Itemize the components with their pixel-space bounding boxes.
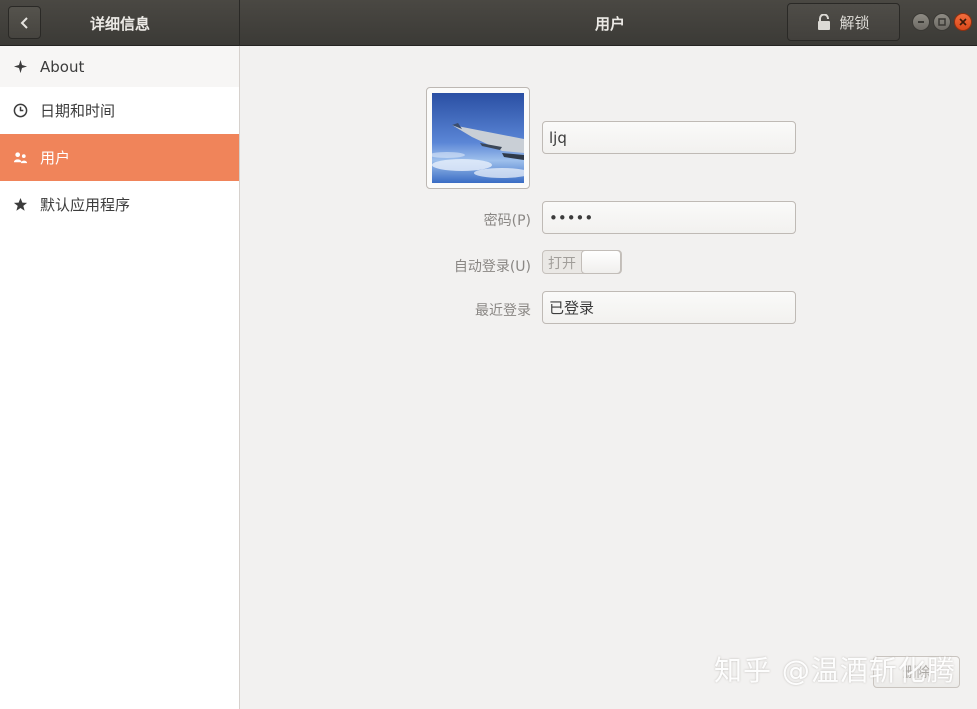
sidebar-item-datetime[interactable]: 日期和时间	[0, 87, 239, 134]
last-login-field[interactable]: 已登录	[542, 291, 796, 324]
users-icon	[12, 150, 28, 166]
avatar	[429, 93, 530, 183]
sidebar-item-default-apps[interactable]: 默认应用程序	[0, 181, 239, 228]
watermark: 知乎 @温酒斩化腾	[714, 654, 956, 687]
autologin-label: 自动登录(U)	[453, 259, 531, 275]
minimize-button[interactable]	[912, 13, 930, 31]
lock-icon	[818, 14, 831, 30]
sidebar-item-users[interactable]: 用户	[0, 134, 239, 181]
sidebar-item-label: 默认应用程序	[40, 196, 131, 214]
switch-state-label: 打开	[548, 256, 576, 272]
unlock-button[interactable]: 解锁	[787, 3, 900, 41]
star-icon	[12, 197, 28, 213]
switch-knob	[581, 250, 621, 274]
maximize-button[interactable]	[933, 13, 951, 31]
header-bar: 详细信息 用户 解锁	[0, 0, 977, 46]
sparkle-icon	[12, 59, 28, 75]
last-login-label: 最近登录	[475, 303, 531, 319]
sidebar-item-label: 日期和时间	[40, 102, 116, 120]
page-title: 用户	[594, 15, 625, 33]
sidebar-header: 详细信息	[0, 0, 240, 46]
close-icon	[959, 18, 967, 26]
sidebar-item-label: About	[40, 57, 85, 76]
close-button[interactable]	[954, 13, 972, 31]
sidebar-title: 详细信息	[89, 15, 150, 33]
sidebar: About 日期和时间 用户 默认应用程序	[0, 46, 240, 709]
sidebar-item-about[interactable]: About	[0, 46, 239, 87]
password-field[interactable]: •••••	[542, 201, 796, 234]
username-field[interactable]	[542, 121, 796, 154]
user-panel: 密码(P) ••••• 自动登录(U) 打开 最近登录 已登录 删除 知乎 @温…	[241, 46, 977, 709]
minimize-icon	[918, 21, 924, 23]
password-label: 密码(P)	[483, 213, 531, 229]
unlock-label: 解锁	[839, 13, 870, 32]
sidebar-item-label: 用户	[40, 149, 71, 167]
maximize-icon	[938, 18, 946, 26]
clock-icon	[12, 103, 28, 119]
autologin-switch[interactable]: 打开	[542, 250, 622, 274]
avatar-button[interactable]	[426, 87, 530, 189]
window-controls	[912, 13, 972, 31]
